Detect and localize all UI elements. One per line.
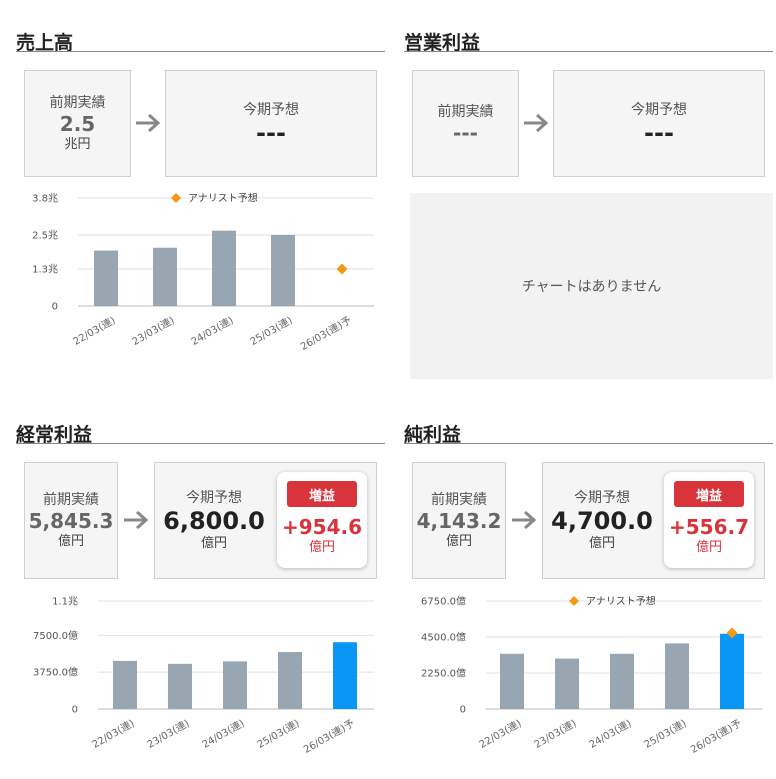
net-change-card: 増益 +556.7 億円 bbox=[664, 472, 754, 568]
sales-cur-label: 今期予想 bbox=[243, 101, 299, 118]
y-tick-label: 0 bbox=[52, 302, 58, 313]
arrow-right-icon bbox=[136, 113, 161, 133]
bar bbox=[500, 653, 524, 709]
ordinary-diff-value: +954.6 bbox=[281, 515, 363, 539]
y-tick-label: 3.8兆 bbox=[32, 193, 58, 205]
operating-section-divider bbox=[404, 51, 773, 52]
x-tick-label: 25/03(連) bbox=[255, 716, 302, 751]
ordinary-bar-chart: 0 3750.0億 7500.0億 1.1兆 22/03(連) 23/03(連) 24/03… bbox=[33, 596, 374, 756]
sales-prev-value: 2.5 bbox=[59, 112, 96, 136]
x-tick-label: 26/03(連)予 bbox=[298, 313, 354, 353]
x-tick-label: 26/03(連)予 bbox=[301, 716, 357, 756]
analyst-forecast-marker bbox=[336, 263, 348, 275]
net-diff-value: +556.7 bbox=[668, 515, 750, 539]
bar bbox=[223, 661, 247, 709]
y-tick-label: 6750.0億 bbox=[421, 595, 466, 608]
arrow-right-icon bbox=[524, 113, 549, 133]
net-increase-badge: 増益 bbox=[674, 481, 744, 507]
x-tick-label: 22/03(連) bbox=[90, 716, 137, 751]
ordinary-prev-unit: 億円 bbox=[57, 534, 84, 549]
bar bbox=[153, 247, 177, 306]
ordinary-change-card: 増益 +954.6 億円 bbox=[277, 472, 367, 568]
net-prev-label: 前期実績 bbox=[431, 492, 487, 508]
bar bbox=[113, 660, 137, 709]
x-tick-label: 23/03(連) bbox=[130, 313, 177, 348]
bar bbox=[665, 643, 689, 709]
y-tick-label: 4500.0億 bbox=[421, 631, 466, 644]
arrow-right-icon bbox=[124, 510, 149, 530]
operating-cur-box: 今期予想 --- bbox=[553, 70, 765, 177]
legend-label: アナリスト予想 bbox=[586, 595, 656, 608]
y-tick-label: 7500.0億 bbox=[33, 629, 78, 642]
net-section-divider bbox=[404, 443, 773, 444]
net-bar-chart: 0 2250.0億 4500.0億 6750.0億 アナリスト予想 22/03(連) 23/… bbox=[421, 595, 762, 756]
bar bbox=[168, 663, 192, 709]
bar bbox=[94, 250, 118, 306]
net-cur-unit: 億円 bbox=[588, 536, 615, 551]
x-tick-label: 23/03(連) bbox=[145, 716, 192, 751]
net-cur-value: 4,700.0 bbox=[551, 507, 653, 535]
ordinary-cur-label: 今期予想 bbox=[186, 490, 242, 506]
x-tick-label: 23/03(連) bbox=[532, 716, 579, 751]
bar bbox=[555, 658, 579, 709]
ordinary-increase-badge: 増益 bbox=[287, 481, 357, 507]
y-tick-label: 1.1兆 bbox=[52, 596, 78, 608]
x-tick-label: 24/03(連) bbox=[200, 716, 247, 751]
ordinary-cur-value: 6,800.0 bbox=[163, 507, 265, 535]
diamond-marker-icon bbox=[569, 596, 579, 606]
ordinary-prev-box: 前期実績 5,845.3 億円 bbox=[24, 462, 118, 579]
net-prev-value: 4,143.2 bbox=[416, 509, 502, 533]
sales-prev-unit: 兆円 bbox=[64, 137, 91, 152]
forecast-bar bbox=[720, 633, 744, 709]
operating-no-chart-message: チャートはありません bbox=[410, 193, 773, 379]
ordinary-prev-value: 5,845.3 bbox=[28, 509, 114, 533]
forecast-bar bbox=[333, 642, 357, 709]
operating-prev-label: 前期実績 bbox=[437, 103, 494, 120]
y-tick-label: 2.5兆 bbox=[32, 229, 58, 241]
sales-prev-label: 前期実績 bbox=[49, 95, 106, 111]
net-prev-unit: 億円 bbox=[445, 534, 472, 549]
x-tick-label: 24/03(連) bbox=[189, 313, 236, 348]
arrow-right-icon bbox=[512, 510, 537, 530]
operating-cur-label: 今期予想 bbox=[631, 101, 687, 118]
x-tick-label: 22/03(連) bbox=[477, 716, 524, 751]
sales-prev-box: 前期実績 2.5 兆円 bbox=[24, 70, 131, 177]
net-prev-box: 前期実績 4,143.2 億円 bbox=[412, 462, 506, 579]
operating-cur-value: --- bbox=[644, 118, 674, 147]
ordinary-prev-label: 前期実績 bbox=[43, 492, 99, 508]
sales-cur-box: 今期予想 --- bbox=[165, 70, 377, 177]
sales-section-divider bbox=[16, 51, 385, 52]
legend-label: アナリスト予想 bbox=[188, 192, 258, 205]
y-tick-label: 2250.0億 bbox=[421, 667, 466, 680]
diamond-marker-icon bbox=[171, 193, 181, 203]
y-tick-label: 1.3兆 bbox=[32, 264, 58, 276]
bar bbox=[610, 653, 634, 709]
y-tick-label: 0 bbox=[72, 705, 78, 716]
bar bbox=[271, 234, 295, 306]
y-tick-label: 0 bbox=[460, 705, 466, 716]
ordinary-section-divider bbox=[16, 443, 385, 444]
ordinary-diff-unit: 億円 bbox=[308, 540, 335, 555]
x-tick-label: 25/03(連) bbox=[248, 313, 295, 348]
bar bbox=[278, 652, 302, 709]
sales-cur-value: --- bbox=[256, 118, 286, 147]
net-cur-label: 今期予想 bbox=[574, 490, 630, 506]
ordinary-cur-unit: 億円 bbox=[200, 536, 227, 551]
sales-bar-chart: 0 1.3兆 2.5兆 3.8兆 アナリスト予想 22/03(連) 23/03(連) 24/0… bbox=[32, 192, 374, 353]
operating-prev-value: --- bbox=[453, 120, 478, 145]
x-tick-label: 26/03(連)予 bbox=[688, 716, 744, 756]
y-tick-label: 3750.0億 bbox=[33, 666, 78, 679]
x-tick-label: 22/03(連) bbox=[71, 313, 118, 348]
x-tick-label: 25/03(連) bbox=[642, 716, 689, 751]
x-tick-label: 24/03(連) bbox=[587, 716, 634, 751]
operating-prev-box: 前期実績 --- bbox=[412, 70, 519, 177]
bar bbox=[212, 230, 236, 306]
net-diff-unit: 億円 bbox=[695, 540, 722, 555]
